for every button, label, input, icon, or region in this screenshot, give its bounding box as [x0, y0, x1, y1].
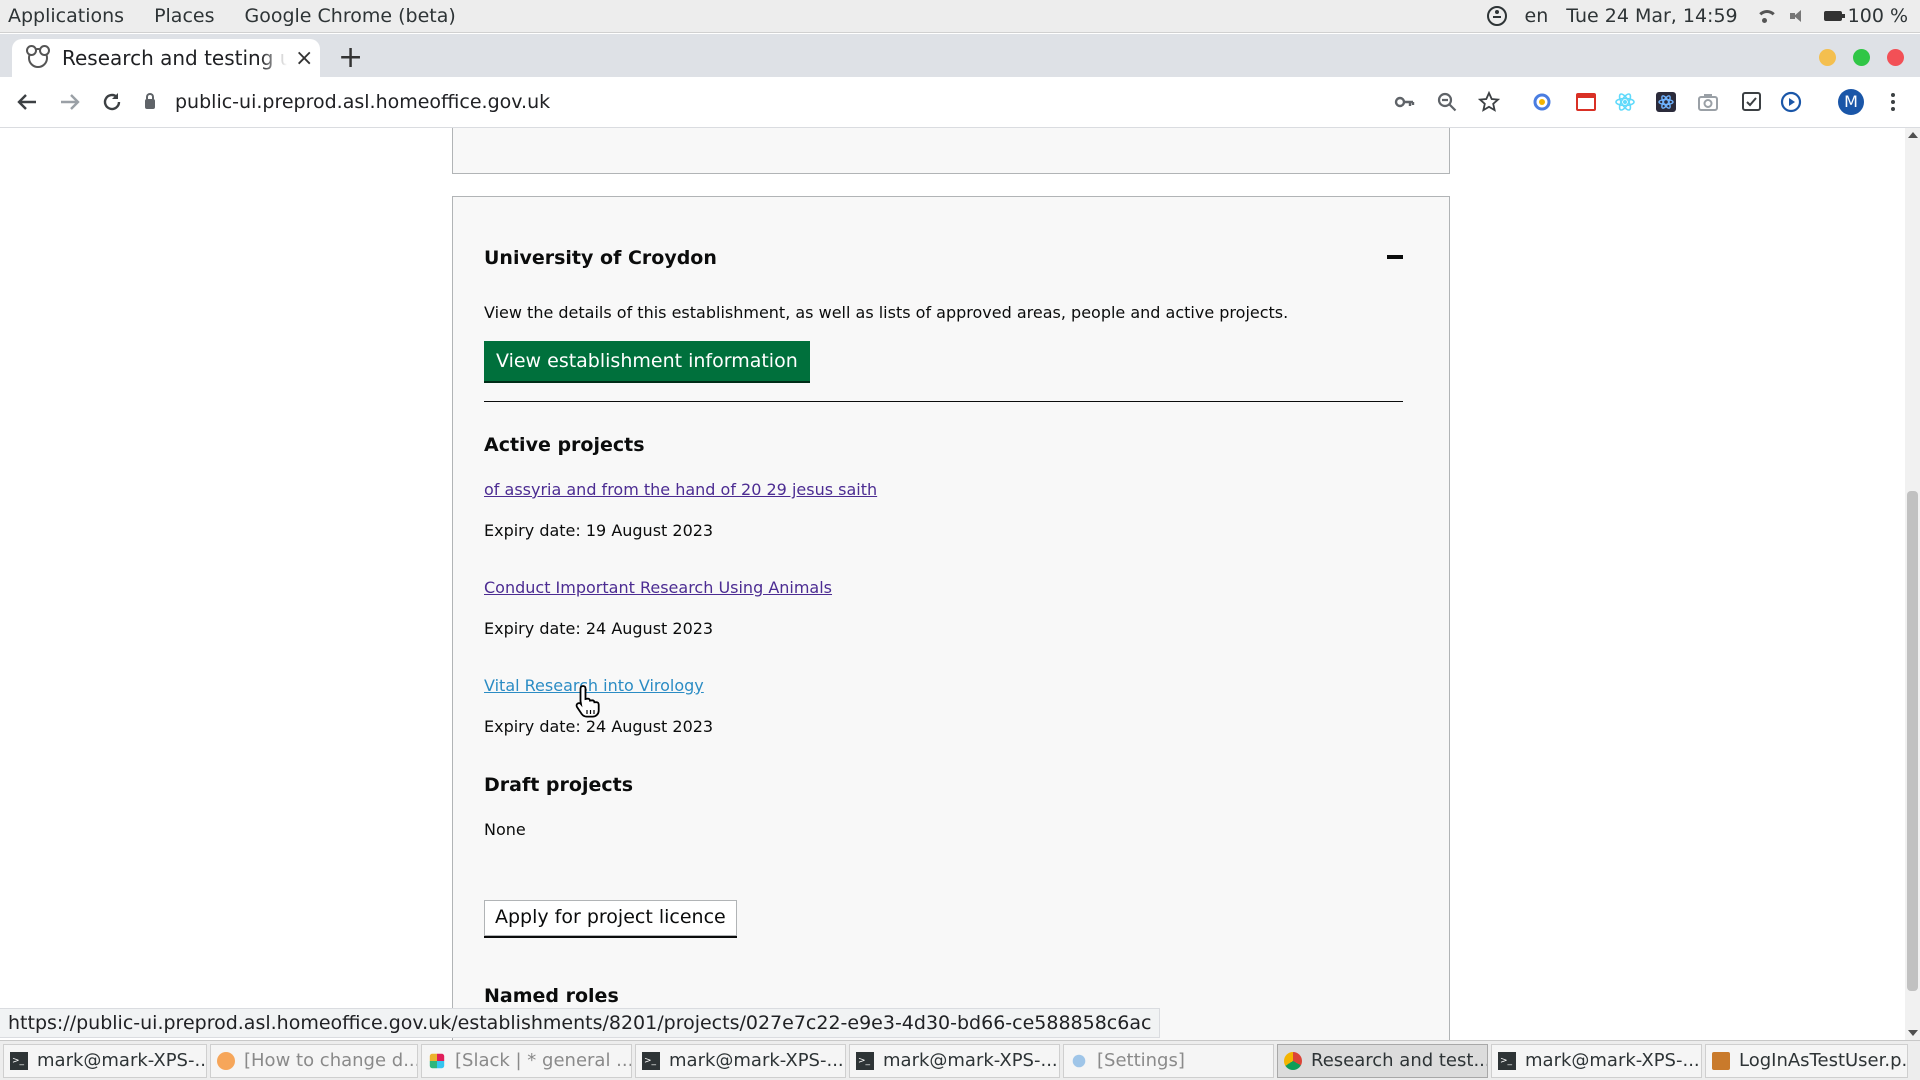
taskbar-item-label: mark@mark-XPS-...	[669, 1050, 844, 1071]
project-link-assyria[interactable]: of assyria and from the hand of 20 29 je…	[484, 480, 877, 499]
terminal-icon	[1498, 1051, 1516, 1070]
accessibility-icon[interactable]	[1486, 6, 1507, 26]
project-expiry: Expiry date: 24 August 2023	[484, 619, 714, 638]
taskbar-item-label: [Settings]	[1097, 1050, 1185, 1071]
taskbar-item-document[interactable]: LogInAsTestUser.p...	[1705, 1043, 1908, 1078]
play-extension-icon[interactable]	[1780, 91, 1802, 113]
react-devtools-icon[interactable]	[1614, 91, 1636, 113]
taskbar-item-settings[interactable]: [Settings]	[1063, 1043, 1274, 1078]
taskbar-item-label: [How to change d...	[244, 1050, 418, 1071]
taskbar-item-label: LogInAsTestUser.p...	[1739, 1050, 1908, 1071]
lock-icon[interactable]	[145, 93, 155, 109]
draft-projects-heading: Draft projects	[484, 774, 634, 796]
taskbar-item-label: [Slack | * general ...	[455, 1050, 632, 1071]
wifi-icon[interactable]	[1755, 10, 1778, 23]
window-taskbar: mark@mark-XPS-... [How to change d... [S…	[0, 1040, 1920, 1080]
applications-menu[interactable]: Applications	[0, 5, 134, 27]
settings-icon	[1072, 1054, 1086, 1067]
paw-favicon-icon	[26, 45, 50, 68]
divider	[484, 401, 1403, 402]
keyboard-language[interactable]: en	[1525, 5, 1549, 27]
taskbar-item-chrome[interactable]: Research and test...	[1277, 1043, 1488, 1078]
address-bar[interactable]: public-ui.preprod.asl.homeoffice.gov.uk	[145, 83, 1413, 121]
active-app-menu[interactable]: Google Chrome (beta)	[236, 5, 465, 27]
hand-pointer-cursor-icon	[575, 685, 600, 718]
document-icon	[1712, 1051, 1730, 1070]
clock[interactable]: Tue 24 Mar, 14:59	[1566, 5, 1737, 27]
page-viewport: University of Croydon View the details o…	[0, 128, 1905, 1040]
redux-devtools-icon[interactable]	[1655, 91, 1677, 113]
tab-title: Research and testing u	[62, 46, 287, 70]
firefox-icon	[217, 1051, 235, 1070]
battery-icon	[1823, 11, 1845, 21]
taskbar-item-terminal[interactable]: mark@mark-XPS-...	[849, 1043, 1060, 1078]
volume-muted-icon[interactable]	[1789, 9, 1806, 23]
close-window-button[interactable]	[1887, 49, 1904, 66]
minimize-window-button[interactable]	[1819, 49, 1836, 66]
tab-close-icon[interactable]: ×	[295, 46, 313, 71]
link-status-url: https://public-ui.preprod.asl.homeoffice…	[0, 1008, 1161, 1038]
scrollbar-thumb[interactable]	[1907, 491, 1918, 991]
project-expiry: Expiry date: 24 August 2023	[484, 717, 714, 736]
project-expiry: Expiry date: 19 August 2023	[484, 521, 714, 540]
taskbar-item-label: Research and test...	[1311, 1050, 1488, 1071]
zoom-icon[interactable]	[1436, 91, 1458, 113]
maximize-window-button[interactable]	[1853, 49, 1870, 66]
star-icon[interactable]	[1478, 91, 1500, 113]
key-icon[interactable]	[1393, 91, 1415, 113]
establishment-panel: University of Croydon View the details o…	[452, 196, 1450, 1040]
url-text[interactable]: public-ui.preprod.asl.homeoffice.gov.uk	[175, 91, 550, 113]
project-link-conduct-important-research[interactable]: Conduct Important Research Using Animals	[484, 578, 832, 597]
camera-icon[interactable]	[1697, 91, 1719, 113]
extension-blue-icon[interactable]	[1531, 91, 1553, 113]
page-scrollbar[interactable]	[1905, 128, 1920, 1040]
named-roles-heading: Named roles	[484, 985, 619, 1007]
active-projects-heading: Active projects	[484, 434, 645, 456]
browser-toolbar: public-ui.preprod.asl.homeoffice.gov.uk …	[0, 77, 1920, 196]
scroll-up-arrow-icon[interactable]	[1908, 132, 1918, 138]
places-menu[interactable]: Places	[146, 5, 224, 27]
tasks-extension-icon[interactable]	[1741, 91, 1763, 113]
establishment-name: University of Croydon	[484, 247, 717, 269]
battery-indicator[interactable]: 100 %	[1823, 5, 1908, 27]
terminal-icon	[10, 1051, 28, 1070]
taskbar-item-slack[interactable]: [Slack | * general ...	[421, 1043, 632, 1078]
taskbar-item-terminal[interactable]: mark@mark-XPS-...	[3, 1043, 207, 1078]
forward-icon[interactable]	[59, 91, 81, 113]
reload-icon[interactable]	[101, 91, 123, 113]
establishment-description: View the details of this establishment, …	[484, 303, 1289, 322]
draft-projects-none: None	[484, 820, 526, 839]
taskbar-item-terminal[interactable]: mark@mark-XPS-...	[1491, 1043, 1702, 1078]
system-top-bar: Applications Places Google Chrome (beta)…	[0, 0, 1920, 33]
chrome-icon	[1284, 1051, 1302, 1070]
tab-strip: Research and testing u × +	[0, 34, 1920, 77]
battery-percent: 100 %	[1847, 5, 1908, 27]
terminal-icon	[856, 1051, 874, 1070]
back-icon[interactable]	[16, 91, 38, 113]
apply-project-licence-button[interactable]: Apply for project licence	[484, 900, 737, 936]
taskbar-item-label: mark@mark-XPS-...	[37, 1050, 207, 1071]
slack-icon	[429, 1053, 445, 1068]
collapse-minus-icon[interactable]	[1387, 255, 1403, 259]
new-tab-button[interactable]: +	[338, 40, 363, 75]
menu-kebab-icon[interactable]	[1882, 91, 1904, 113]
profile-avatar[interactable]: M	[1838, 89, 1864, 115]
taskbar-item-label: mark@mark-XPS-...	[883, 1050, 1058, 1071]
previous-establishment-panel	[452, 128, 1450, 174]
terminal-icon	[642, 1051, 660, 1070]
calendar-extension-icon[interactable]	[1575, 91, 1597, 113]
taskbar-item-firefox[interactable]: [How to change d...	[210, 1043, 418, 1078]
view-establishment-button[interactable]: View establishment information	[484, 341, 810, 381]
scroll-down-arrow-icon[interactable]	[1908, 1030, 1918, 1036]
taskbar-item-terminal[interactable]: mark@mark-XPS-...	[635, 1043, 846, 1078]
tab-research-and-testing[interactable]: Research and testing u ×	[12, 39, 320, 77]
taskbar-item-label: mark@mark-XPS-...	[1525, 1050, 1700, 1071]
